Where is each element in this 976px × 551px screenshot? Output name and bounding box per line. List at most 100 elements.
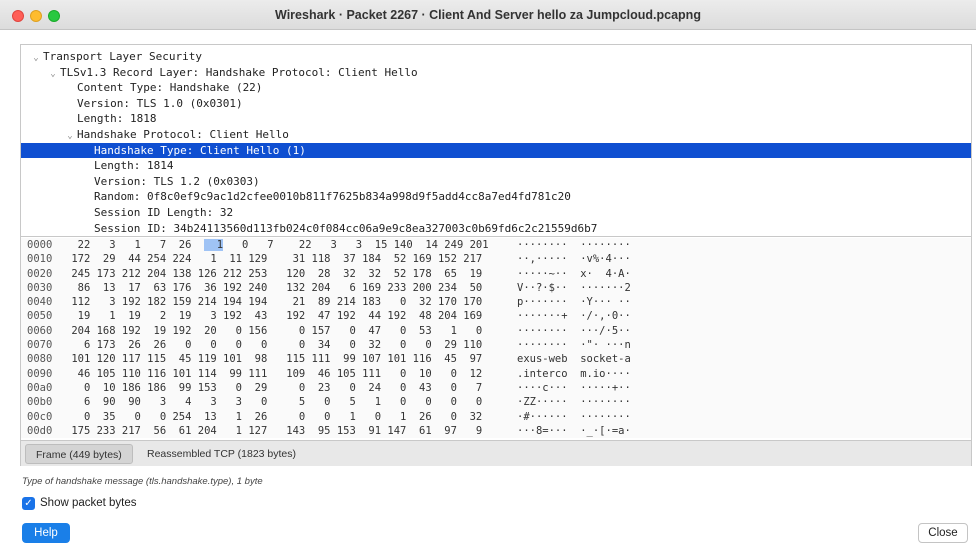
hex-offset: 0000 xyxy=(27,239,53,251)
hex-row[interactable]: 00d0 175 233 217 56 61 204 1 127 143 95 … xyxy=(21,424,971,438)
hex-offset: 0040 xyxy=(27,296,53,309)
hex-ascii: ·#······ ········ xyxy=(517,410,631,423)
hex-byte-group: 245 173 212 204 138 126 212 253 120 28 3… xyxy=(65,267,483,280)
tree-row-label: Random: 0f8c0ef9c9ac1d2cfee0010b811f7625… xyxy=(94,190,571,204)
tree-row[interactable]: Version: TLS 1.2 (0x0303) xyxy=(21,174,971,190)
tree-row[interactable]: ⌄ TLSv1.3 Record Layer: Handshake Protoco… xyxy=(21,65,971,81)
hex-bytes: 6 173 26 26 0 0 0 0 0 34 0 32 0 0 29 110 xyxy=(65,338,482,352)
tree-row[interactable]: Session ID: 34b24113560d113fb024c0f084cc… xyxy=(21,221,971,236)
hex-bytes: 19 1 19 2 19 3 192 43 192 47 192 44 192 … xyxy=(65,309,483,323)
tree-row-label: Version: TLS 1.0 (0x0301) xyxy=(77,96,243,110)
field-status-text: Type of handshake message (tls.handshake… xyxy=(22,476,263,487)
tree-row-label: TLSv1.3 Record Layer: Handshake Protocol… xyxy=(60,65,418,79)
tree-row[interactable]: ⌄ Transport Layer Security xyxy=(21,49,971,65)
hex-byte-group: 0 35 0 0 254 13 1 26 0 0 1 0 1 26 0 32 xyxy=(65,410,483,423)
hex-byte-group: 19 1 19 2 19 3 192 43 192 47 192 44 192 … xyxy=(65,310,483,323)
hex-byte-group: 22 3 1 7 26 xyxy=(65,239,205,251)
hex-row[interactable]: 00c0 0 35 0 0 254 13 1 26 0 0 1 0 1 26 0… xyxy=(21,410,971,424)
hex-ascii: ········ ···/·5·· xyxy=(517,324,631,337)
hex-offset: 00b0 xyxy=(27,396,53,409)
tree-row-label: Content Type: Handshake (22) xyxy=(77,81,263,95)
hex-byte-group: 6 90 90 3 4 3 3 0 5 0 5 1 0 0 0 0 xyxy=(65,396,483,409)
hex-offset: 0070 xyxy=(27,339,53,352)
tree-row-label: Transport Layer Security xyxy=(43,50,202,63)
show-packet-bytes-label: Show packet bytes xyxy=(40,497,137,509)
hex-ascii: ·ZZ····· ········ xyxy=(517,396,631,409)
tree-row[interactable]: Version: TLS 1.0 (0x0301) xyxy=(21,96,971,112)
hex-row[interactable]: 00b0 6 90 90 3 4 3 3 0 5 0 5 1 0 0 0 0 ·Z… xyxy=(21,395,971,409)
show-packet-bytes-toggle[interactable]: ✓ Show packet bytes xyxy=(22,495,137,511)
hex-byte-group: 46 105 110 116 101 114 99 111 109 46 105… xyxy=(65,367,483,380)
hex-row[interactable]: 0010 172 29 44 254 224 1 11 129 31 118 3… xyxy=(21,252,971,266)
tree-row-label: Handshake Type: Client Hello (1) xyxy=(94,143,306,157)
hex-byte-group: 204 168 192 19 192 20 0 156 0 157 0 47 0… xyxy=(65,324,483,337)
hex-bytes: 101 120 117 115 45 119 101 98 115 111 99… xyxy=(65,352,482,366)
help-button[interactable]: Help xyxy=(22,523,70,543)
hex-row[interactable]: 0060 204 168 192 19 192 20 0 156 0 157 0… xyxy=(21,324,971,338)
hex-ascii: p······· ·Y··· ·· xyxy=(517,296,631,309)
hex-row[interactable]: 00a0 0 10 186 186 99 153 0 29 0 23 0 24 … xyxy=(21,381,971,395)
hex-ascii: V··?·$·· ·······2 xyxy=(517,281,631,294)
hex-ascii: ····c··· ·····+·· xyxy=(517,381,631,394)
hex-offset: 00a0 xyxy=(27,381,53,394)
bytes-tab-bar: Frame (449 bytes) Reassembled TCP (1823 … xyxy=(21,440,971,466)
hex-bytes: 0 10 186 186 99 153 0 29 0 23 0 24 0 43 … xyxy=(65,381,482,395)
hex-bytes: 245 173 212 204 138 126 212 253 120 28 3… xyxy=(65,267,482,281)
hex-offset: 0060 xyxy=(27,324,53,337)
tree-row-label: Session ID Length: 32 xyxy=(94,205,234,219)
checkbox-checked-icon[interactable]: ✓ xyxy=(22,496,35,510)
hex-offset: 00d0 xyxy=(27,424,53,437)
tree-row-label: Length: 1818 xyxy=(77,112,157,126)
hex-ascii: ········ ········ xyxy=(517,239,631,251)
tree-row-label: Length: 1814 xyxy=(94,159,174,173)
tree-row[interactable]: Session ID Length: 32 xyxy=(21,205,971,221)
protocol-tree[interactable]: ⌄ Transport Layer Security ⌄ TLSv1.3 Record… xyxy=(21,45,971,237)
hex-byte-group: 175 233 217 56 61 204 1 127 143 95 153 9… xyxy=(65,424,483,437)
hex-bytes: 46 105 110 116 101 114 99 111 109 46 105… xyxy=(65,367,483,381)
hex-row[interactable]: 0040 112 3 192 182 159 214 194 194 21 89… xyxy=(21,295,971,309)
tree-row[interactable]: Content Type: Handshake (22) xyxy=(21,80,971,96)
hex-row[interactable]: 0050 19 1 19 2 19 3 192 43 192 47 192 44… xyxy=(21,309,971,323)
hex-ascii: ·······+ ·/·,·0·· xyxy=(517,310,631,323)
packet-detail-panel: ⌄ Transport Layer Security ⌄ TLSv1.3 Record… xyxy=(20,44,972,466)
hex-ascii: ···8=··· ·_·[·=a· xyxy=(517,424,631,437)
hex-row[interactable]: 0030 86 13 17 63 176 36 192 240 132 204 … xyxy=(21,281,971,295)
hex-ascii: exus-web socket-a xyxy=(517,353,631,366)
tab-frame[interactable]: Frame (449 bytes) xyxy=(25,444,133,464)
hex-bytes: 0 35 0 0 254 13 1 26 0 0 1 0 1 26 0 32 xyxy=(65,410,482,424)
tree-row[interactable]: Length: 1818 xyxy=(21,111,971,127)
hex-byte-group: 0 7 22 3 3 15 140 14 249 201 xyxy=(223,239,489,251)
hex-byte-highlighted: 1 xyxy=(204,239,224,251)
hex-byte-group: 112 3 192 182 159 214 194 194 21 89 214 … xyxy=(65,296,483,309)
tree-row[interactable]: ⌄ Handshake Protocol: Client Hello xyxy=(21,127,971,143)
close-button[interactable]: Close xyxy=(918,523,968,543)
packet-bytes-pane[interactable]: 0000 22 3 1 7 26 1 0 7 22 3 3 15 140 14 … xyxy=(21,238,971,438)
tree-row-label: Version: TLS 1.2 (0x0303) xyxy=(94,174,260,188)
hex-ascii: .interco m.io···· xyxy=(517,367,631,380)
hex-ascii: ·····~·· x· 4·A· xyxy=(517,267,631,280)
hex-offset: 00c0 xyxy=(27,410,53,423)
hex-offset: 0030 xyxy=(27,281,53,294)
tree-row-selected[interactable]: Handshake Type: Client Hello (1) xyxy=(21,142,971,159)
tree-row[interactable]: Random: 0f8c0ef9c9ac1d2cfee0010b811f7625… xyxy=(21,189,971,205)
window-title: Wireshark · Packet 2267 · Client And Ser… xyxy=(275,8,701,22)
hex-row[interactable]: 0020 245 173 212 204 138 126 212 253 120… xyxy=(21,267,971,281)
hex-row[interactable]: 0090 46 105 110 116 101 114 99 111 109 4… xyxy=(21,367,971,381)
hex-byte-group: 101 120 117 115 45 119 101 98 115 111 99… xyxy=(65,353,483,366)
title-bar: Wireshark · Packet 2267 · Client And Ser… xyxy=(0,0,976,30)
hex-bytes: 175 233 217 56 61 204 1 127 143 95 153 9… xyxy=(65,424,482,438)
hex-offset: 0090 xyxy=(27,367,53,380)
tree-row[interactable]: Length: 1814 xyxy=(21,158,971,174)
hex-offset: 0010 xyxy=(27,253,53,266)
hex-byte-group: 6 173 26 26 0 0 0 0 0 34 0 32 0 0 29 110 xyxy=(65,339,483,352)
hex-offset: 0020 xyxy=(27,267,53,280)
hex-bytes: 22 3 1 7 26 1 0 7 22 3 3 15 140 14 249 2… xyxy=(65,238,489,252)
tree-row-label: Handshake Protocol: Client Hello xyxy=(77,127,289,141)
hex-row[interactable]: 0070 6 173 26 26 0 0 0 0 0 34 0 32 0 0 2… xyxy=(21,338,971,352)
hex-row[interactable]: 0080 101 120 117 115 45 119 101 98 115 1… xyxy=(21,352,971,366)
hex-row[interactable]: 0000 22 3 1 7 26 1 0 7 22 3 3 15 140 14 … xyxy=(21,238,971,252)
hex-offset: 0080 xyxy=(27,353,53,366)
tab-reassembled-tcp[interactable]: Reassembled TCP (1823 bytes) xyxy=(137,444,306,464)
hex-bytes: 6 90 90 3 4 3 3 0 5 0 5 1 0 0 0 0 xyxy=(65,395,482,409)
hex-bytes: 112 3 192 182 159 214 194 194 21 89 214 … xyxy=(65,295,482,309)
